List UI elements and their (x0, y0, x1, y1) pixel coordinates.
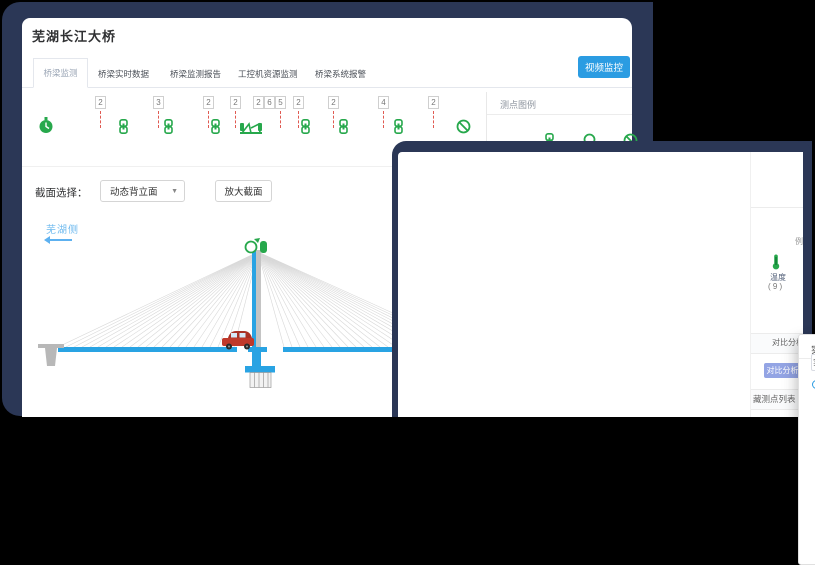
bridge-deck-left (58, 347, 237, 352)
legend-panel-underline (487, 114, 632, 115)
bridge-pier-cap (245, 366, 275, 373)
sensor-dash-line (235, 111, 236, 128)
link-icon[interactable] (337, 119, 350, 139)
compare-analysis-button[interactable]: 对比分析 (764, 363, 801, 378)
sensor-count-badge: 3 (153, 96, 164, 109)
zoom-section-button[interactable]: 放大截面 (215, 180, 272, 202)
link-icon[interactable] (392, 119, 405, 139)
y-axis-tick: 500 (803, 495, 815, 504)
pylon-sensor-icon[interactable] (260, 241, 267, 253)
sensor-dash-line (383, 111, 384, 128)
link-icon[interactable] (162, 119, 175, 139)
sensor-count-badge: 2 (253, 96, 264, 109)
sensor-count-badge: 4 (378, 96, 389, 109)
sensor-count-badge: 5 (275, 96, 286, 109)
section-select-label: 截面选择： (35, 185, 88, 200)
clock-icon[interactable] (38, 117, 54, 139)
right-sidebar-strip: 例 温度 ( 9 ) 对比分析 对比分析 藏测点列表 (750, 152, 803, 417)
bridge-side-label: 芜湖侧 (46, 221, 79, 236)
bridge-piles (250, 373, 271, 388)
tab-divider (22, 87, 632, 88)
sensor-count-badge: 2 (428, 96, 439, 109)
y-axis-tick: 2,500 (803, 409, 815, 418)
tab-桥梁监测报告[interactable]: 桥梁监测报告 (170, 68, 221, 80)
tab-桥梁实时数据[interactable]: 桥梁实时数据 (98, 68, 149, 80)
front-page: 例 温度 ( 9 ) 对比分析 对比分析 藏测点列表 实时曲线 × 实时曲线图 … (398, 152, 803, 417)
ban-icon[interactable] (456, 119, 471, 139)
link-icon[interactable] (299, 119, 312, 139)
car (222, 331, 254, 350)
tab-工控机资源监测[interactable]: 工控机资源监测 (238, 68, 298, 80)
sensor-count-badge: 2 (95, 96, 106, 109)
thermometer-icon[interactable] (771, 254, 781, 270)
tab-桥梁监测[interactable]: 桥梁监测 (33, 58, 88, 88)
bridge-deck-center (248, 347, 267, 352)
chevron-down-icon: ▼ (171, 188, 178, 195)
sensor-count-badge: 2 (293, 96, 304, 109)
strip-fragment-text: 例 (795, 236, 803, 247)
tab-realtime-curve[interactable]: 实时曲线图 (811, 354, 815, 371)
link-icon[interactable] (209, 119, 222, 139)
y-axis-tick: 2,000 (803, 430, 815, 439)
sensor-count-badge: 2 (203, 96, 214, 109)
point-list-header: 藏测点列表 (753, 393, 796, 405)
bridge-abutment (38, 344, 64, 366)
section-select-value: 动态背立面 (110, 184, 158, 198)
sensor-count-badge: 2 (328, 96, 339, 109)
sensor-count-badge: 2 (230, 96, 241, 109)
page-title: 芜湖长江大桥 (32, 26, 116, 45)
bridge-pylon (256, 250, 261, 347)
sensor-dash-line (333, 111, 334, 128)
sensor-dash-line (280, 111, 281, 128)
sensor-dash-line (433, 111, 434, 128)
section-select-dropdown[interactable]: 动态背立面 ▼ (100, 180, 185, 202)
strip-divider (751, 207, 803, 208)
sensor-count-badge: 6 (264, 96, 275, 109)
y-axis-tick: 1,000 (803, 473, 815, 482)
bridge-sensor-icon[interactable] (239, 120, 263, 141)
temperature-count: ( 9 ) (768, 282, 782, 291)
y-axis-tick: 1,500 (803, 452, 815, 461)
y-axis-tick: 0 (803, 516, 815, 525)
black-region (653, 0, 813, 141)
link-icon[interactable] (117, 119, 130, 139)
tab-桥梁系统报警[interactable]: 桥梁系统报警 (315, 68, 366, 80)
realtime-curve-modal: 实时曲线 × 实时曲线图 监控回放 最近两个月 查询开始时间 - 查询结束时间 … (798, 334, 815, 565)
legend-panel-title: 测点图例 (500, 98, 536, 111)
sensor-dash-line (158, 111, 159, 128)
video-monitor-button[interactable]: 视频监控 (578, 56, 630, 78)
sensor-dash-line (100, 111, 101, 128)
